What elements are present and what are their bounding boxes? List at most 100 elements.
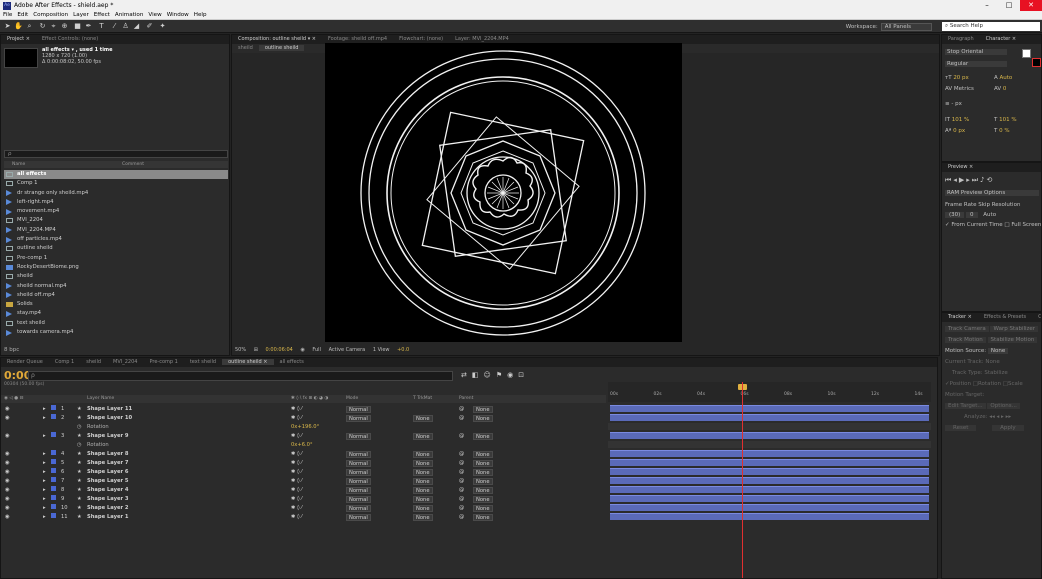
menu-view[interactable]: View [145, 12, 163, 18]
parent-dropdown[interactable]: None [473, 405, 493, 413]
blend-mode-dropdown[interactable]: Normal [346, 477, 371, 485]
layer-duration-bar[interactable] [610, 513, 929, 520]
menu-edit[interactable]: Edit [14, 12, 30, 18]
label-color-swatch[interactable] [51, 513, 56, 518]
parent-dropdown[interactable]: None [473, 486, 493, 494]
tab-footage[interactable]: Footage: sheild off.mp4 [322, 36, 393, 42]
track-matte-dropdown[interactable]: None [413, 468, 433, 476]
brush-tool-icon[interactable]: ⁄ [110, 22, 119, 31]
visibility-eye-icon[interactable]: ◉ [5, 432, 10, 440]
tab-project[interactable]: Project × [1, 36, 36, 42]
stroke-color-swatch[interactable] [1032, 58, 1041, 67]
blend-mode-dropdown[interactable]: Normal [346, 495, 371, 503]
layer-name[interactable]: Shape Layer 10 [87, 414, 132, 422]
stopwatch-icon[interactable]: ◷ [77, 423, 82, 431]
timeline-tab[interactable]: MVI_2204 [107, 359, 143, 365]
project-item[interactable]: sheild normal.mp4 [4, 282, 228, 291]
tab-effects-presets[interactable]: Effects & Presets [978, 314, 1032, 320]
track-matte-dropdown[interactable]: None [413, 450, 433, 458]
layer-duration-bar[interactable] [610, 495, 929, 502]
timeline-layer-row[interactable]: ◉ ▸ 10 ★ Shape Layer 2 ✱ ◊ ⁄ Normal None @ None [1, 504, 606, 512]
layer-switches[interactable]: ✱ ◊ ⁄ [291, 495, 302, 503]
blend-mode-dropdown[interactable]: Normal [346, 459, 371, 467]
track-matte-dropdown[interactable]: None [413, 504, 433, 512]
ram-preview-options-dropdown[interactable]: RAM Preview Options [945, 190, 1039, 196]
subtab-sheild[interactable]: sheild [232, 45, 259, 51]
column-trkmat[interactable]: T TrkMat [413, 395, 432, 403]
layer-name[interactable]: Shape Layer 4 [87, 486, 129, 494]
puppet-pin-tool-icon[interactable]: ✦ [158, 22, 167, 31]
parent-pickwhip-icon[interactable]: @ [459, 459, 464, 467]
project-item[interactable]: RockyDesertBiome.png [4, 263, 228, 272]
rotation-value[interactable]: 0x+6.0° [291, 441, 313, 449]
tab-effect-controls[interactable]: Effect Controls: (none) [36, 36, 104, 42]
parent-pickwhip-icon[interactable]: @ [459, 432, 464, 440]
tab-ca[interactable]: Ca [1032, 314, 1041, 320]
subtab-outline-sheild[interactable]: outline sheild [258, 45, 305, 51]
track-matte-dropdown[interactable]: None [413, 414, 433, 422]
fill-color-swatch[interactable] [1022, 49, 1031, 58]
timeline-layer-row[interactable]: ◉ ▸ 6 ★ Shape Layer 6 ✱ ◊ ⁄ Normal None @ None [1, 468, 606, 476]
menu-effect[interactable]: Effect [91, 12, 112, 18]
camera-dropdown[interactable]: Active Camera [326, 347, 369, 353]
visibility-eye-icon[interactable]: ◉ [5, 477, 10, 485]
rotation-property-row[interactable]: ◷ Rotation 0x+196.0° [1, 423, 606, 431]
parent-dropdown[interactable]: None [473, 459, 493, 467]
camera-tool-icon[interactable]: ⌖ [49, 22, 58, 31]
track-matte-dropdown[interactable]: None [413, 495, 433, 503]
layer-duration-bar[interactable] [610, 468, 929, 475]
stopwatch-icon[interactable]: ◷ [77, 441, 82, 449]
track-matte-dropdown[interactable]: None [413, 486, 433, 494]
timeline-tab[interactable]: Render Queue [1, 359, 49, 365]
column-layer-name[interactable]: Layer Name [87, 395, 114, 403]
tab-composition-outline-sheild[interactable]: Composition: outline sheild ▾ × [232, 36, 322, 42]
layer-name[interactable]: Shape Layer 5 [87, 477, 129, 485]
menu-layer[interactable]: Layer [70, 12, 91, 18]
tsume-field[interactable]: T 0 % [994, 128, 1010, 134]
parent-dropdown[interactable]: None [473, 495, 493, 503]
time-ruler[interactable]: 00s 02s 04s 06s 08s 10s 12s 14s [608, 382, 931, 402]
project-item[interactable]: stay.mp4 [4, 309, 228, 318]
track-camera-button[interactable]: Track Camera [945, 326, 989, 332]
shy-icon[interactable]: ☺ [484, 371, 496, 379]
blend-mode-dropdown[interactable]: Normal [346, 414, 371, 422]
pen-tool-icon[interactable]: ✒ [84, 22, 93, 31]
workspace-dropdown[interactable]: All Panels [880, 23, 932, 31]
visibility-eye-icon[interactable]: ◉ [5, 405, 10, 413]
project-item[interactable]: off particles.mp4 [4, 235, 228, 244]
label-color-swatch[interactable] [51, 405, 56, 410]
eraser-tool-icon[interactable]: ◢ [132, 22, 141, 31]
menu-window[interactable]: Window [164, 12, 191, 18]
current-time-indicator[interactable] [742, 382, 743, 578]
label-color-swatch[interactable] [51, 486, 56, 491]
pan-behind-tool-icon[interactable]: ⊕ [60, 22, 69, 31]
parent-dropdown[interactable]: None [473, 432, 493, 440]
parent-pickwhip-icon[interactable]: @ [459, 486, 464, 494]
zoom-dropdown[interactable]: 50% [232, 347, 249, 353]
layer-duration-bar[interactable] [610, 432, 929, 439]
visibility-eye-icon[interactable]: ◉ [5, 414, 10, 422]
tracking-field[interactable]: AV 0 [994, 86, 1006, 92]
parent-dropdown[interactable]: None [473, 468, 493, 476]
layer-duration-bar[interactable] [610, 477, 929, 484]
maximize-button[interactable]: □ [998, 0, 1020, 11]
layer-name[interactable]: Shape Layer 3 [87, 495, 129, 503]
selection-tool-icon[interactable]: ➤ [3, 22, 12, 31]
column-parent[interactable]: Parent [459, 395, 473, 403]
column-name[interactable]: Name [12, 161, 25, 168]
roto-brush-tool-icon[interactable]: ✐ [145, 22, 154, 31]
snapshot-icon[interactable]: ◉ [297, 347, 307, 353]
project-item[interactable]: movement.mp4 [4, 207, 228, 216]
project-item[interactable]: outline sheild [4, 244, 228, 253]
last-frame-icon[interactable]: ⏭ [972, 176, 980, 184]
motion-blur-icon[interactable]: ◉ [507, 371, 518, 379]
project-item[interactable]: Solids [4, 300, 228, 309]
label-color-swatch[interactable] [51, 450, 56, 455]
composition-mini-flowchart-icon[interactable]: ⇄ [461, 371, 472, 379]
column-comment[interactable]: Comment [122, 161, 144, 168]
project-item[interactable]: Comp 1 [4, 179, 228, 188]
visibility-eye-icon[interactable]: ◉ [5, 513, 10, 521]
track-motion-button[interactable]: Track Motion [945, 337, 986, 343]
visibility-eye-icon[interactable]: ◉ [5, 468, 10, 476]
project-item[interactable]: MVI_2204 [4, 216, 228, 225]
